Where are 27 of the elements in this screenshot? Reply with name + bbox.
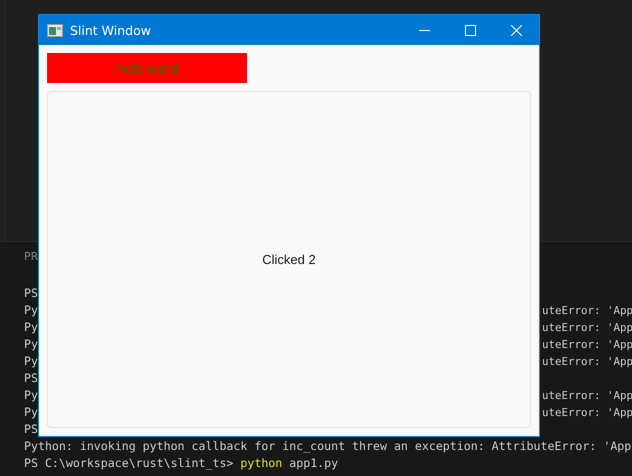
terminal-text: uteError: 'App <box>542 337 632 353</box>
terminal-text: uteError: 'App <box>542 303 632 319</box>
panel-tab[interactable]: PR <box>24 250 38 263</box>
terminal-text: uteError: 'App <box>542 320 632 336</box>
terminal-text: Py <box>24 354 38 368</box>
terminal-text: PS <box>24 371 38 385</box>
terminal-command: python <box>240 456 282 470</box>
click-area[interactable]: Clicked 2 <box>47 91 531 428</box>
terminal-text: Py <box>24 337 38 351</box>
window-icon <box>47 24 63 36</box>
terminal-text: PS <box>24 286 38 300</box>
terminal-text: Py <box>24 405 38 419</box>
terminal-text: Python: invoking python callback for inc_count threw an exception: AttributeError: 'App <box>24 439 632 453</box>
close-icon <box>510 24 522 36</box>
terminal-text: uteError: 'App <box>542 388 632 404</box>
terminal-text: Py <box>24 388 38 402</box>
terminal-text: Py <box>24 320 38 334</box>
terminal-text: PS <box>24 422 38 436</box>
terminal-text: Py <box>24 303 38 317</box>
terminal-prompt: PS C:\workspace\rust\slint_ts> <box>24 456 234 470</box>
terminal-text: uteError: 'App <box>542 405 632 421</box>
maximize-icon <box>464 24 476 36</box>
click-count-text: Clicked 2 <box>262 252 316 267</box>
window-title: Slint Window <box>70 22 151 38</box>
terminal-text: uteError: 'App <box>542 354 632 370</box>
terminal-text: app1.py <box>289 456 338 470</box>
hello-banner: hello world <box>47 53 247 83</box>
